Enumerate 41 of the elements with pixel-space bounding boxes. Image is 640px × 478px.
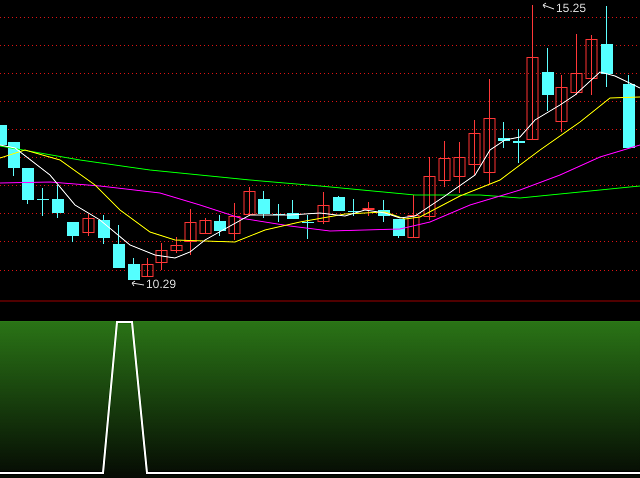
candlestick	[170, 236, 182, 254]
candlestick	[228, 202, 240, 240]
candlestick	[287, 200, 299, 220]
candlestick	[378, 200, 390, 222]
candlestick	[318, 192, 330, 224]
candlestick	[424, 156, 436, 220]
candlestick	[156, 242, 168, 270]
candlestick	[393, 218, 405, 238]
candlestick	[408, 194, 420, 238]
candlestick	[258, 190, 270, 218]
candlestick	[128, 258, 140, 280]
candlestick	[556, 74, 568, 132]
low-price-label: 10.29	[146, 277, 176, 291]
candlestick	[37, 188, 49, 216]
candlestick	[348, 198, 360, 216]
candlestick	[542, 48, 554, 112]
candlestick	[214, 214, 226, 236]
candlestick	[468, 120, 480, 176]
arrow-icon	[132, 280, 144, 286]
candlestick	[302, 214, 314, 240]
candlestick	[22, 168, 34, 204]
candlestick	[454, 142, 466, 194]
candlestick	[586, 34, 598, 96]
candlestick	[52, 184, 64, 218]
candlestick	[67, 222, 79, 242]
high-price-label: 15.25	[556, 1, 586, 15]
candlestick	[200, 218, 212, 234]
candlestick	[82, 214, 94, 236]
candlestick	[113, 224, 125, 268]
candlestick	[98, 214, 110, 244]
candlestick	[333, 196, 345, 212]
candlestick	[142, 258, 154, 277]
arrow-icon	[542, 2, 554, 10]
candlestick	[570, 34, 582, 96]
candlestick	[362, 202, 374, 216]
candlestick	[513, 128, 525, 164]
candlestick	[244, 186, 256, 216]
candlestick	[273, 204, 285, 222]
candlestick	[438, 140, 450, 188]
candlestick	[184, 208, 196, 256]
candlestick	[498, 122, 510, 148]
